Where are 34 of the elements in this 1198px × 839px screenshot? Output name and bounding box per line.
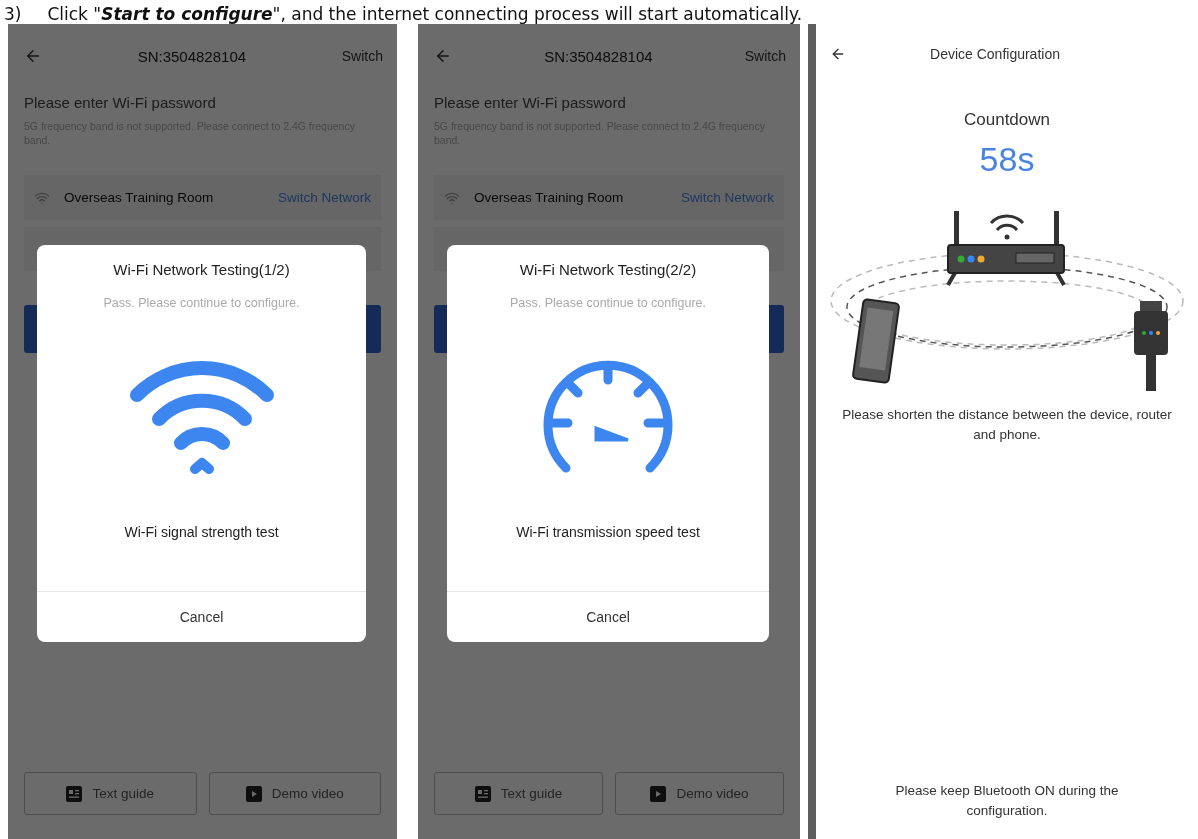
dialog-status: Pass. Please continue to configure.: [510, 296, 706, 310]
back-icon[interactable]: [830, 46, 846, 62]
step-number: 3): [4, 4, 22, 24]
switch-link[interactable]: Switch: [744, 48, 786, 64]
switch-network-link[interactable]: Switch Network: [277, 190, 371, 205]
test-name: Wi-Fi transmission speed test: [516, 524, 700, 540]
play-icon: [650, 785, 667, 802]
network-name: Overseas Training Room: [64, 190, 215, 205]
footer-button[interactable]: Demo video: [208, 772, 381, 815]
instruction-text: Click "Start to configure", and the internet connecting process will start automatically.: [47, 4, 803, 24]
screen-title: SN:3504828104: [544, 47, 653, 65]
dialog-title: Wi-Fi Network Testing(1/2): [113, 261, 290, 278]
play-icon: [245, 785, 262, 802]
bluetooth-note: Please keep Bluetooth ON during the configuration.: [894, 782, 1120, 820]
cancel-button[interactable]: Cancel: [447, 592, 769, 642]
countdown-time: 58s: [978, 140, 1036, 179]
footer-button[interactable]: Text guide: [434, 772, 603, 815]
screen-title: SN:3504828104: [137, 47, 247, 65]
guide-icon: [474, 785, 491, 802]
network-name: Overseas Training Room: [474, 190, 625, 205]
switch-network-link[interactable]: Switch Network: [680, 190, 774, 205]
distance-tip: Please shorten the distance between the device, router and phone.: [841, 406, 1173, 444]
cancel-button[interactable]: Cancel: [37, 592, 366, 642]
dialog-title: Wi-Fi Network Testing(2/2): [519, 261, 697, 278]
password-prompt: Please enter Wi-Fi password: [434, 94, 627, 111]
guide-icon: [66, 785, 83, 802]
countdown-label: Countdown: [963, 110, 1051, 130]
switch-link[interactable]: Switch: [341, 48, 383, 64]
password-prompt: Please enter Wi-Fi password: [24, 94, 217, 111]
footer-button[interactable]: Text guide: [24, 772, 197, 815]
test-name: Wi-Fi signal strength test: [124, 524, 279, 540]
footer-button[interactable]: Demo video: [615, 772, 784, 815]
screen-title: Device Configuration: [929, 46, 1061, 62]
dialog-status: Pass. Please continue to configure.: [103, 296, 300, 310]
